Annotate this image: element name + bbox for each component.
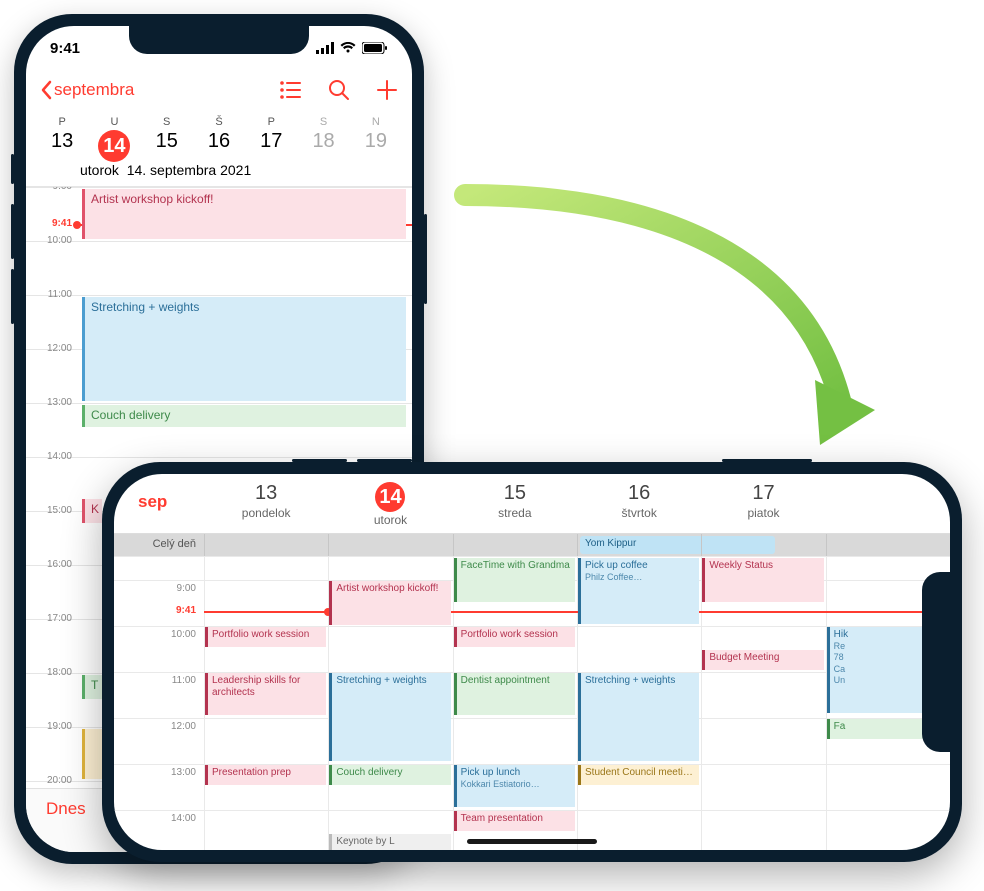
day-column-header[interactable] — [826, 478, 950, 533]
allday-row: Celý deň Yom Kippur — [114, 534, 950, 556]
allday-label: Celý deň — [114, 534, 204, 556]
now-indicator-line — [204, 611, 950, 613]
iphone-landscape-mockup: sep 13pondelok 14utorok 15streda 16štvrt… — [102, 462, 962, 862]
event-partial-yellow[interactable] — [82, 729, 102, 779]
event-leadership[interactable]: Leadership skills for architects — [205, 673, 326, 715]
event-stretching-tue[interactable]: Stretching + weights — [329, 673, 450, 761]
hour-label: 15:00 — [26, 505, 78, 516]
event-budget-meeting[interactable]: Budget Meeting — [702, 650, 823, 670]
day-number[interactable]: 15 — [141, 130, 193, 162]
rotation-arrow — [420, 180, 900, 480]
hour-label: 12:00 — [26, 343, 78, 354]
notch — [922, 572, 950, 752]
today-button[interactable]: Dnes — [46, 799, 86, 818]
hour-label: 18:00 — [26, 667, 78, 678]
hour-label: 9:00 — [26, 186, 78, 192]
event-pickup-lunch[interactable]: Pick up lunchKokkari Estiatorio… — [454, 765, 575, 807]
day-number-today[interactable]: 14 — [88, 130, 140, 162]
hour-label: 14:00 — [114, 811, 204, 850]
now-indicator-label: 9:41 — [114, 605, 204, 616]
battery-icon — [362, 42, 388, 54]
event-couch-delivery[interactable]: Couch delivery — [329, 765, 450, 785]
event-presentation-prep[interactable]: Presentation prep — [205, 765, 326, 785]
date-heading-date: 14. septembra 2021 — [127, 162, 252, 178]
weekday-label: Š — [193, 110, 245, 130]
hour-label: 19:00 — [26, 721, 78, 732]
cellular-icon — [316, 42, 334, 54]
day-column-header[interactable]: 17piatok — [701, 478, 825, 533]
search-icon[interactable] — [328, 79, 350, 101]
hour-label: 9:00 — [114, 581, 204, 626]
now-indicator-label: 9:41 — [26, 218, 78, 229]
day-number[interactable]: 19 — [350, 130, 402, 162]
event-pickup-coffee[interactable]: Pick up coffeePhilz Coffee… — [578, 558, 699, 624]
back-label: septembra — [54, 80, 134, 100]
hour-label: 20:00 — [26, 775, 78, 786]
weekday-label: N — [350, 110, 402, 130]
wifi-icon — [340, 42, 356, 54]
hour-label: 14:00 — [26, 451, 78, 462]
day-number[interactable]: 18 — [297, 130, 349, 162]
back-button[interactable]: septembra — [40, 80, 134, 100]
event-stretching-thu[interactable]: Stretching + weights — [578, 673, 699, 761]
hour-label: 17:00 — [26, 613, 78, 624]
hour-label: 10:00 — [114, 627, 204, 672]
event-partial-t[interactable]: T — [82, 675, 102, 699]
event-couch-delivery[interactable]: Couch delivery — [82, 405, 406, 427]
weekday-label: S — [297, 110, 349, 130]
event-artist-workshop[interactable]: Artist workshop kickoff! — [329, 581, 450, 625]
nav-bar: septembra — [26, 70, 412, 110]
hour-label: 12:00 — [114, 719, 204, 764]
event-partial-k[interactable]: K — [82, 499, 102, 523]
event-team-presentation[interactable]: Team presentation — [454, 811, 575, 831]
day-column-header-today[interactable]: 14utorok — [328, 478, 452, 533]
home-indicator[interactable] — [467, 839, 597, 844]
notch — [129, 26, 309, 54]
hour-label: 13:00 — [26, 397, 78, 408]
list-view-icon[interactable] — [280, 81, 302, 99]
date-heading: utorok 14. septembra 2021 — [26, 162, 412, 186]
event-stretching[interactable]: Stretching + weights — [82, 297, 406, 401]
date-heading-dow: utorok — [80, 162, 119, 178]
add-event-icon[interactable] — [376, 79, 398, 101]
event-facetime-grandma[interactable]: FaceTime with Grandma — [454, 558, 575, 602]
weekday-label: P — [245, 110, 297, 130]
week-timeline[interactable]: 9:00 10:00 11:00 12:00 13:00 14:00 9:41 … — [114, 556, 950, 850]
event-artist-workshop[interactable]: Artist workshop kickoff! — [82, 189, 406, 239]
day-number[interactable]: 16 — [193, 130, 245, 162]
weekday-label: P — [36, 110, 88, 130]
hour-label: 11:00 — [26, 289, 78, 300]
week-header: sep 13pondelok 14utorok 15streda 16štvrt… — [114, 474, 950, 534]
hour-label: 16:00 — [26, 559, 78, 570]
weekday-label: S — [141, 110, 193, 130]
hour-label: 13:00 — [114, 765, 204, 810]
hour-label: 10:00 — [26, 235, 78, 246]
day-column-header[interactable]: 13pondelok — [204, 478, 328, 533]
event-dentist[interactable]: Dentist appointment — [454, 673, 575, 715]
week-header: P U S Š P S N 13 14 15 16 17 18 19 — [26, 110, 412, 162]
day-column-header[interactable]: 15streda — [453, 478, 577, 533]
status-time: 9:41 — [50, 40, 80, 57]
event-portfolio-wed[interactable]: Portfolio work session — [454, 627, 575, 647]
month-label[interactable]: sep — [114, 478, 204, 533]
weekday-label: U — [88, 110, 140, 130]
event-student-council[interactable]: Student Council meeti… — [578, 765, 699, 785]
day-number[interactable]: 13 — [36, 130, 88, 162]
event-weekly-status[interactable]: Weekly Status — [702, 558, 823, 602]
hour-label: 11:00 — [114, 673, 204, 718]
day-number[interactable]: 17 — [245, 130, 297, 162]
chevron-left-icon — [40, 80, 52, 100]
day-column-header[interactable]: 16štvrtok — [577, 478, 701, 533]
event-keynote[interactable]: Keynote by L — [329, 834, 450, 850]
event-portfolio-mon[interactable]: Portfolio work session — [205, 627, 326, 647]
